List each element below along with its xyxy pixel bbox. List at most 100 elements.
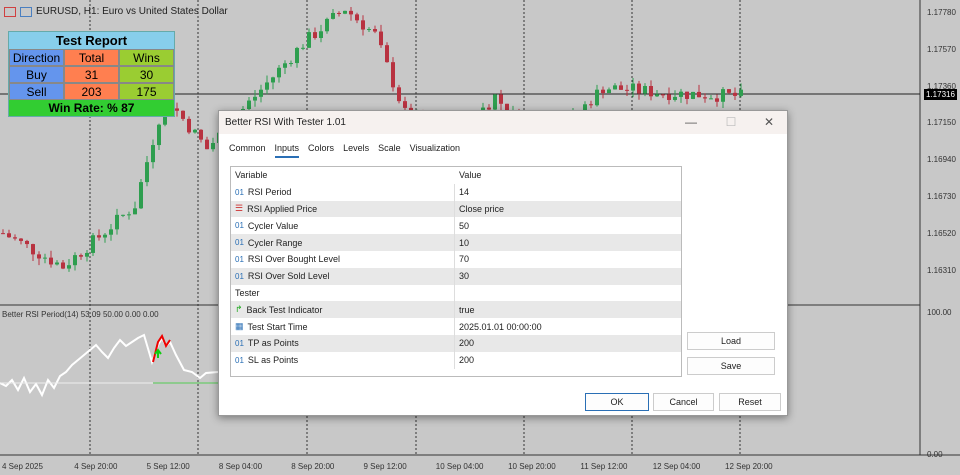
indicator-properties-dialog: Better RSI With Tester 1.01 — ☐ ✕ Common… (218, 110, 788, 416)
header-direction: Direction (9, 49, 64, 66)
candle-body (601, 89, 605, 94)
candle-body (739, 89, 743, 96)
column-variable: Variable (235, 170, 268, 181)
price-axis-label: 1.16520 (927, 228, 956, 238)
input-row[interactable]: ☰ RSI Applied Price Close price (231, 200, 681, 218)
candle-body (265, 82, 269, 90)
reset-button[interactable]: Reset (719, 393, 781, 411)
candle-body (673, 96, 677, 100)
buy-wins: 30 (119, 66, 174, 83)
candle-body (661, 94, 665, 96)
candle-body (667, 94, 671, 100)
buy-arrow-icon (154, 348, 162, 358)
time-axis-label: 4 Sep 2025 (2, 462, 43, 471)
candle-body (379, 31, 383, 46)
input-value[interactable]: 14 (455, 187, 469, 197)
candle-body (397, 87, 401, 102)
input-value[interactable]: 200 (455, 355, 474, 365)
input-row[interactable]: 01 SL as Points 200 (231, 351, 681, 369)
buy-total: 31 (64, 66, 119, 83)
input-value[interactable]: Close price (455, 204, 504, 214)
candle-body (655, 94, 659, 97)
candle-body (37, 254, 41, 259)
candle-body (271, 77, 275, 83)
input-row[interactable]: 01 RSI Period 14 (231, 183, 681, 201)
candle-body (727, 89, 731, 93)
candle-body (319, 31, 323, 39)
input-row[interactable]: Tester (231, 284, 681, 302)
input-row[interactable]: 01 RSI Over Bought Level 70 (231, 250, 681, 268)
candle-body (709, 98, 713, 100)
input-value[interactable]: 10 (455, 238, 469, 248)
indicator-label: Better RSI Period(14) 53.09 50.00 0.00 0… (2, 310, 159, 319)
input-value[interactable]: 30 (455, 271, 469, 281)
inputs-table: Variable Value 01 RSI Period 14 ☰ RSI Applied… (230, 166, 682, 377)
tab-colors[interactable]: Colors (308, 143, 334, 158)
candle-body (97, 235, 101, 238)
input-value[interactable]: 200 (455, 338, 474, 348)
input-row[interactable]: ▦ Test Start Time 2025.01.01 00:00:00 (231, 318, 681, 335)
input-value[interactable]: true (455, 305, 475, 315)
candle-body (385, 45, 389, 63)
symbol-icon (20, 6, 32, 17)
candle-body (211, 142, 215, 150)
candle-body (697, 91, 701, 98)
input-value[interactable]: 50 (455, 221, 469, 231)
integer-icon: 01 (235, 355, 244, 365)
input-value[interactable]: 2025.01.01 00:00:00 (455, 322, 542, 332)
candle-body (175, 108, 179, 111)
close-icon[interactable]: ✕ (759, 115, 779, 129)
candle-body (67, 265, 71, 269)
input-row[interactable]: 01 TP as Points 200 (231, 334, 681, 352)
tab-levels[interactable]: Levels (343, 143, 369, 158)
candle-body (7, 233, 11, 238)
maximize-icon[interactable]: ☐ (721, 115, 741, 129)
load-button[interactable]: Load (687, 332, 775, 350)
candle-body (181, 110, 185, 119)
time-axis-label: 8 Sep 04:00 (218, 462, 263, 471)
cancel-button[interactable]: Cancel (653, 393, 714, 411)
candle-body (625, 89, 629, 91)
candle-body (607, 89, 611, 94)
candle-body (31, 244, 35, 255)
candle-body (337, 12, 341, 14)
candle-body (619, 85, 623, 90)
candle-body (187, 118, 191, 133)
symbol-title: EURUSD, H1: Euro vs United States Dollar (36, 6, 228, 17)
candle-body (403, 101, 407, 108)
candle-body (133, 208, 137, 215)
candle-body (199, 129, 203, 140)
candle-body (61, 262, 65, 269)
time-axis-label: 11 Sep 12:00 (580, 462, 628, 471)
price-axis-label: 1.17570 (927, 44, 956, 54)
input-row[interactable]: 01 Cycler Value 50 (231, 217, 681, 235)
ok-button[interactable]: OK (585, 393, 649, 411)
candle-body (349, 10, 353, 15)
time-axis-label: 12 Sep 04:00 (652, 462, 701, 471)
price-axis-label: 1.17360 (927, 81, 956, 91)
tab-common[interactable]: Common (229, 143, 266, 158)
dialog-titlebar[interactable]: Better RSI With Tester 1.01 — ☐ ✕ (219, 111, 787, 134)
chart-list-icon[interactable] (4, 6, 16, 17)
candle-body (109, 229, 113, 235)
input-value[interactable]: 70 (455, 254, 469, 264)
tab-inputs[interactable]: Inputs (274, 143, 300, 158)
candle-body (289, 63, 293, 65)
minimize-icon[interactable]: — (681, 115, 701, 129)
candle-body (157, 124, 161, 146)
tab-scale[interactable]: Scale (378, 143, 401, 158)
rsi-line (0, 333, 219, 398)
input-row[interactable]: 01 Cycler Range 10 (231, 234, 681, 251)
candle-body (343, 10, 347, 14)
save-button[interactable]: Save (687, 357, 775, 375)
candle-body (145, 162, 149, 183)
indicator-axis-label: 100.00 (927, 308, 952, 317)
dialog-title: Better RSI With Tester 1.01 (225, 117, 346, 128)
input-row[interactable]: ↱ Back Test Indicator true (231, 301, 681, 319)
sell-wins: 175 (119, 83, 174, 100)
input-row[interactable]: 01 RSI Over Sold Level 30 (231, 267, 681, 285)
price-axis-label: 1.16310 (927, 265, 956, 275)
input-name: Tester (235, 287, 260, 298)
tab-visualization[interactable]: Visualization (410, 143, 460, 158)
candle-body (589, 104, 593, 106)
